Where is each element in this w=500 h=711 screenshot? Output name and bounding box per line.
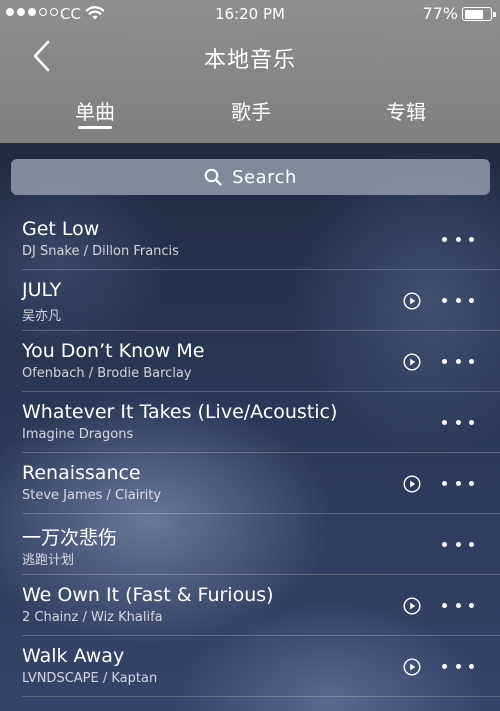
song-row[interactable]: Get Low DJ Snake / Dillon Francis (0, 209, 500, 270)
song-row[interactable]: Renaissance Steve James / Clairity (0, 453, 500, 514)
tab-singles[interactable]: 单曲 (55, 96, 135, 125)
play-mv-icon[interactable] (403, 292, 421, 310)
more-options-button[interactable] (442, 298, 474, 306)
play-mv-icon[interactable] (403, 475, 421, 493)
song-row[interactable]: We Own It (Fast & Furious) 2 Chainz / Wi… (0, 575, 500, 636)
song-row[interactable]: Whatever It Takes (Live/Acoustic) Imagin… (0, 392, 500, 453)
song-artist: Steve James / Clairity (22, 488, 162, 503)
song-artist: LVNDSCAPE / Kaptan (22, 671, 158, 686)
battery-fill (464, 9, 483, 19)
play-mv-icon[interactable] (403, 597, 421, 615)
tab-bar: 单曲 歌手 专辑 (0, 96, 500, 136)
song-row[interactable]: You Don’t Know Me Ofenbach / Brodie Barc… (0, 331, 500, 392)
battery-icon (462, 7, 496, 21)
song-title: Whatever It Takes (Live/Acoustic) (22, 401, 338, 423)
page-title: 本地音乐 (203, 48, 296, 73)
more-options-button[interactable] (442, 603, 474, 611)
song-title: Get Low (22, 218, 100, 240)
divider (22, 696, 500, 697)
song-artist: Ofenbach / Brodie Barclay (22, 366, 192, 381)
song-title: JULY (22, 279, 62, 301)
song-title: We Own It (Fast & Furious) (22, 584, 274, 606)
song-row[interactable]: 一万次悲伤 逃跑计划 (0, 514, 500, 575)
play-mv-icon[interactable] (403, 353, 421, 371)
battery-percent: 77% (422, 4, 458, 23)
song-title: 一万次悲伤 (22, 527, 118, 549)
song-row[interactable]: JULY 吴亦凡 (0, 270, 500, 331)
song-artist: 2 Chainz / Wiz Khalifa (22, 610, 163, 625)
song-artist: 吴亦凡 (22, 309, 62, 324)
tab-albums[interactable]: 专辑 (366, 96, 446, 125)
active-tab-indicator (78, 126, 112, 129)
song-title: Renaissance (22, 462, 141, 484)
tab-artists[interactable]: 歌手 (211, 96, 291, 125)
song-row[interactable]: Walk Away LVNDSCAPE / Kaptan (0, 636, 500, 697)
status-bar: CC 16:20 PM 77% (0, 0, 500, 28)
search-input[interactable]: Search (11, 159, 490, 195)
more-options-button[interactable] (442, 359, 474, 367)
more-options-button[interactable] (442, 542, 474, 550)
more-options-button[interactable] (442, 664, 474, 672)
search-placeholder: Search (232, 166, 297, 188)
more-options-button[interactable] (442, 420, 474, 428)
search-icon (204, 168, 222, 186)
song-artist: 逃跑计划 (22, 553, 75, 568)
song-title: Walk Away (22, 645, 125, 667)
song-artist: Imagine Dragons (22, 427, 134, 442)
song-list: Get Low DJ Snake / Dillon Francis JULY 吴… (0, 209, 500, 697)
header: CC 16:20 PM 77% 本地音乐 单曲 歌手 专辑 (0, 0, 500, 143)
song-artist: DJ Snake / Dillon Francis (22, 244, 179, 259)
more-options-button[interactable] (442, 237, 474, 245)
song-title: You Don’t Know Me (22, 340, 205, 362)
more-options-button[interactable] (442, 481, 474, 489)
play-mv-icon[interactable] (403, 658, 421, 676)
